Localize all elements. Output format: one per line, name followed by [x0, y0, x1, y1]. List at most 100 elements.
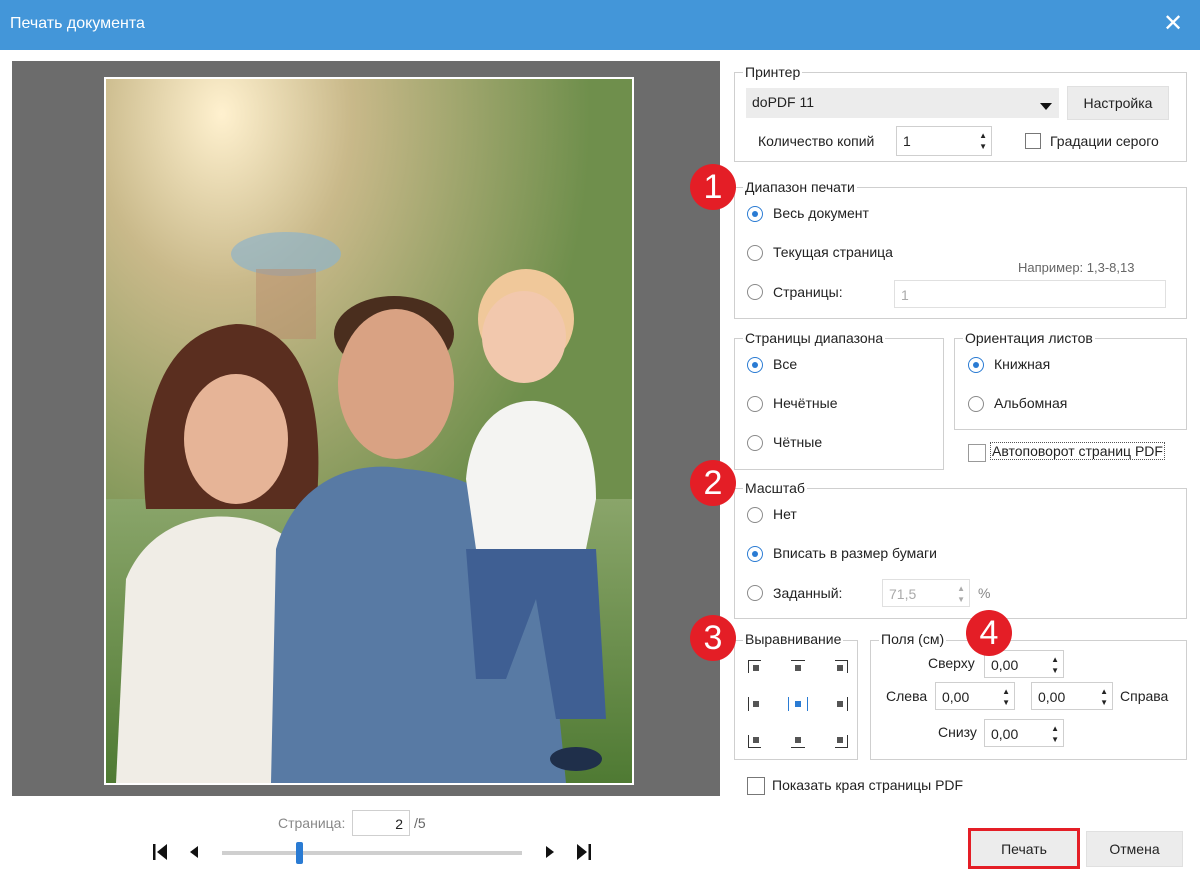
autorotate-checkbox[interactable] — [968, 444, 986, 462]
copies-spinner-icon[interactable]: ▲ ▼ — [979, 130, 987, 152]
align-middle-left[interactable] — [748, 694, 768, 714]
alignment-grid — [744, 656, 852, 752]
custom-scale-value: 71,5 — [889, 586, 917, 602]
show-edges-label: Показать края страницы PDF — [772, 777, 964, 793]
previous-page-icon[interactable] — [184, 842, 204, 862]
portrait-label: Книжная — [994, 356, 1051, 372]
chevron-down-icon — [1040, 98, 1052, 114]
align-bracket — [788, 697, 789, 711]
pages-input-value: 1 — [901, 287, 909, 303]
align-top-right[interactable] — [828, 660, 848, 680]
first-page-icon[interactable] — [150, 842, 170, 862]
page-slider-thumb[interactable] — [296, 842, 303, 864]
copies-value: 1 — [903, 133, 911, 149]
printer-group-label: Принтер — [743, 64, 803, 80]
close-icon[interactable]: ✕ — [1158, 9, 1188, 39]
align-marker — [837, 737, 843, 743]
margin-right-label: Справа — [1120, 688, 1169, 704]
margin-left-input[interactable]: 0,00 ▲ ▼ — [935, 682, 1015, 710]
align-bracket — [748, 697, 749, 711]
cancel-button[interactable]: Отмена — [1086, 831, 1183, 867]
margin-left-spinner-icon[interactable]: ▲ ▼ — [1002, 686, 1010, 708]
copies-label: Количество копий — [758, 133, 875, 149]
page-total: /5 — [414, 815, 426, 831]
scale-none-label: Нет — [773, 506, 797, 522]
window-title: Печать документа — [10, 15, 145, 32]
align-marker — [837, 665, 843, 671]
title-bar: Печать документа ✕ — [0, 0, 1200, 50]
radio-portrait[interactable] — [968, 357, 984, 373]
align-bracket — [847, 697, 848, 711]
next-page-icon[interactable] — [540, 842, 560, 862]
align-middle-right[interactable] — [828, 694, 848, 714]
margin-right-spinner-icon[interactable]: ▲ ▼ — [1100, 686, 1108, 708]
align-marker — [753, 737, 759, 743]
last-page-icon[interactable] — [574, 842, 594, 862]
align-bottom-left[interactable] — [748, 728, 768, 748]
preview-page-image — [104, 77, 634, 785]
margin-top-value: 0,00 — [991, 657, 1019, 673]
align-top-center[interactable] — [788, 660, 808, 680]
copies-input[interactable]: 1 ▲ ▼ — [896, 126, 992, 156]
align-marker — [795, 665, 801, 671]
align-marker — [837, 701, 843, 707]
orientation-group — [954, 338, 1187, 430]
margin-top-spinner-icon[interactable]: ▲ ▼ — [1051, 654, 1059, 676]
orientation-group-label: Ориентация листов — [963, 330, 1095, 346]
even-pages-label: Чётные — [773, 434, 823, 450]
annotation-badge-2: 2 — [690, 460, 736, 506]
radio-all-pages[interactable] — [747, 357, 763, 373]
radio-whole-document[interactable] — [747, 206, 763, 222]
align-marker — [795, 737, 801, 743]
page-label: Страница: — [278, 815, 346, 831]
printer-settings-button[interactable]: Настройка — [1067, 86, 1169, 120]
pages-label: Страницы: — [773, 284, 843, 300]
page-number-input[interactable]: 2 — [352, 810, 410, 836]
range-pages-group — [734, 338, 944, 470]
radio-fit-to-paper[interactable] — [747, 546, 763, 562]
align-bottom-center[interactable] — [788, 728, 808, 748]
current-page-label: Текущая страница — [773, 244, 893, 260]
custom-scale-input[interactable]: 71,5 ▲ ▼ — [882, 579, 970, 607]
align-top-left[interactable] — [748, 660, 768, 680]
margin-bottom-spinner-icon[interactable]: ▲ ▼ — [1051, 723, 1059, 745]
margin-left-value: 0,00 — [942, 689, 970, 705]
radio-landscape[interactable] — [968, 396, 984, 412]
margin-bottom-input[interactable]: 0,00 ▲ ▼ — [984, 719, 1064, 747]
landscape-label: Альбомная — [994, 395, 1068, 411]
annotation-badge-1: 1 — [690, 164, 736, 210]
grayscale-checkbox[interactable] — [1025, 133, 1041, 149]
odd-pages-label: Нечётные — [773, 395, 838, 411]
margin-top-label: Сверху — [928, 655, 975, 671]
align-center[interactable] — [788, 694, 808, 714]
all-pages-label: Все — [773, 356, 798, 372]
align-marker — [753, 701, 759, 707]
align-bottom-right[interactable] — [828, 728, 848, 748]
align-bracket — [791, 660, 805, 661]
printer-select[interactable]: doPDF 11 — [746, 88, 1059, 118]
margin-right-input[interactable]: 0,00 ▲ ▼ — [1031, 682, 1113, 710]
pages-example-hint: Например: 1,3-8,13 — [1018, 260, 1135, 275]
align-marker — [795, 701, 801, 707]
radio-pages[interactable] — [747, 284, 763, 300]
custom-scale-spinner-icon[interactable]: ▲ ▼ — [957, 583, 965, 605]
align-bracket — [807, 697, 808, 711]
radio-current-page[interactable] — [747, 245, 763, 261]
page-slider[interactable] — [222, 842, 522, 864]
alignment-group-label: Выравнивание — [743, 631, 844, 647]
margin-right-value: 0,00 — [1038, 689, 1066, 705]
margin-bottom-label: Снизу — [938, 724, 977, 740]
radio-custom-scale[interactable] — [747, 585, 763, 601]
print-preview — [12, 61, 720, 796]
show-edges-checkbox[interactable] — [747, 777, 765, 795]
fit-to-paper-label: Вписать в размер бумаги — [773, 545, 937, 561]
print-button[interactable]: Печать — [968, 828, 1080, 869]
radio-even-pages[interactable] — [747, 435, 763, 451]
page-number-value: 2 — [395, 816, 403, 832]
pages-input[interactable]: 1 — [894, 280, 1166, 308]
radio-odd-pages[interactable] — [747, 396, 763, 412]
align-bracket — [791, 747, 805, 748]
autorotate-label: Автоповорот страниц PDF — [990, 442, 1165, 460]
radio-scale-none[interactable] — [747, 507, 763, 523]
scale-unit: % — [978, 585, 991, 601]
